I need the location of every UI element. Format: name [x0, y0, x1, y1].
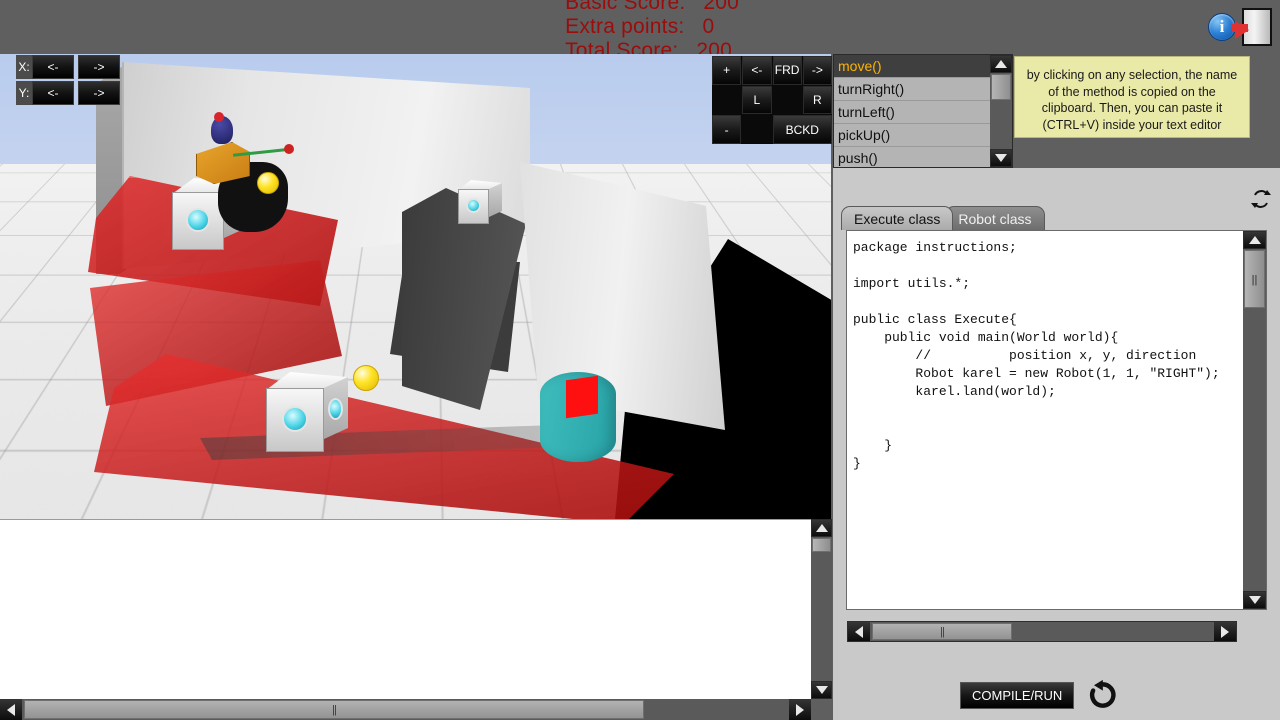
clipboard-hint-tooltip: by clicking on any selection, the name o…	[1014, 56, 1250, 138]
method-item-pickup[interactable]: pickUp()	[834, 124, 992, 147]
main-scroll-left-button[interactable]	[0, 699, 22, 720]
zoom-out-button[interactable]: -	[712, 115, 742, 144]
method-list[interactable]: move() turnRight() turnLeft() pickUp() p…	[834, 55, 992, 167]
main-hscrollbar-thumb[interactable]: ||	[24, 700, 644, 719]
nav-spacer	[742, 115, 772, 144]
method-item-turnleft[interactable]: turnLeft()	[834, 101, 992, 124]
compile-run-button[interactable]: COMPILE/RUN	[960, 681, 1075, 709]
nav-spacer	[712, 85, 742, 115]
method-item-move[interactable]: move()	[834, 55, 992, 78]
camera-nav-pad: + <- FRD -> L R - BCKD	[712, 56, 832, 144]
scrollbar-grip: ||	[940, 625, 945, 638]
extra-points-value: 0	[702, 15, 715, 38]
compile-run-area: COMPILE/RUN	[960, 676, 1120, 714]
scrollbar-grip: ||	[1251, 274, 1258, 286]
basic-score-label: Basic Score:	[565, 0, 686, 14]
yellow-ball-1	[257, 172, 279, 194]
left-arrow-icon	[7, 703, 15, 716]
code-scroll-down-button[interactable]	[1243, 591, 1266, 609]
up-arrow-icon	[1248, 236, 1261, 244]
down-arrow-icon	[815, 686, 828, 694]
refresh-icon-svg	[1251, 190, 1271, 208]
right-arrow-icon	[796, 703, 804, 716]
cube-dot	[466, 198, 481, 213]
method-item-turnright[interactable]: turnRight()	[834, 78, 992, 101]
scroll-down-button[interactable]	[990, 149, 1012, 167]
editor-tabs: Execute class Robot class	[841, 206, 1045, 230]
console-scroll-up-button[interactable]	[811, 519, 832, 537]
code-scroll-up-button[interactable]	[1243, 231, 1266, 249]
nav-spacer	[772, 85, 802, 115]
cube-face-side	[489, 183, 502, 217]
main-horizontal-scrollbar[interactable]: ||	[0, 699, 811, 720]
code-vertical-scrollbar[interactable]: ||	[1243, 231, 1266, 609]
refresh-icon[interactable]	[1248, 186, 1274, 212]
code-text-area[interactable]: package instructions; import utils.*; pu…	[847, 231, 1245, 609]
output-console[interactable]	[0, 519, 811, 699]
down-arrow-icon	[995, 154, 1007, 162]
editor-box: package instructions; import utils.*; pu…	[846, 230, 1267, 610]
console-scroll-down-button[interactable]	[811, 681, 832, 699]
robot-hand	[284, 144, 294, 154]
reset-arrow-icon[interactable]	[1086, 677, 1120, 713]
tab-robot-class[interactable]: Robot class	[945, 206, 1045, 230]
companion-cube-2	[458, 180, 502, 224]
pan-right-button[interactable]: ->	[802, 56, 832, 85]
method-list-panel: move() turnRight() turnLeft() pickUp() p…	[833, 54, 1013, 168]
console-vertical-scrollbar[interactable]	[811, 519, 832, 699]
left-arrow-icon	[855, 625, 863, 638]
move-backward-button[interactable]: BCKD	[772, 115, 832, 144]
method-list-scrollbar[interactable]	[990, 55, 1012, 167]
basic-score-value: 200	[703, 0, 740, 14]
up-arrow-icon	[815, 524, 828, 532]
code-scroll-right-button[interactable]	[1214, 622, 1236, 641]
cube-dot	[282, 406, 308, 432]
code-scroll-left-button[interactable]	[848, 622, 870, 641]
axis-label-x: X:	[16, 55, 32, 79]
up-arrow-icon	[995, 60, 1007, 68]
axis-label-y: Y:	[16, 81, 32, 105]
robot-antenna	[214, 112, 224, 122]
scroll-up-button[interactable]	[990, 55, 1012, 73]
axis-y-decrease-button[interactable]: <-	[32, 81, 74, 105]
axis-x-decrease-button[interactable]: <-	[32, 55, 74, 79]
code-scrollbar-thumb[interactable]: ||	[1244, 250, 1265, 308]
down-arrow-icon	[1248, 596, 1261, 604]
rotate-left-button[interactable]: L	[742, 85, 772, 115]
right-arrow-icon	[1221, 625, 1229, 638]
tab-execute-class[interactable]: Execute class	[841, 206, 954, 230]
code-hscrollbar-thumb[interactable]: ||	[872, 623, 1012, 640]
move-forward-button[interactable]: FRD	[772, 56, 802, 85]
world-viewport[interactable]	[0, 54, 831, 519]
pan-left-button[interactable]: <-	[742, 56, 772, 85]
zoom-in-button[interactable]: +	[712, 56, 742, 85]
main-scroll-right-button[interactable]	[789, 699, 811, 720]
companion-cube-3	[266, 372, 348, 452]
header-icon-group: i	[1208, 4, 1272, 50]
method-item-push[interactable]: push()	[834, 147, 992, 167]
console-scrollbar-thumb[interactable]	[812, 538, 831, 552]
exit-door-icon[interactable]	[1232, 8, 1272, 46]
extra-points-label: Extra points:	[565, 15, 685, 38]
axis-control-pad: X: <- -> Y: <- ->	[16, 55, 120, 107]
goal-marker	[566, 375, 598, 419]
axis-x-increase-button[interactable]: ->	[78, 55, 120, 79]
cube-dot	[186, 208, 210, 232]
header-bar: Basic Score: 200 Extra points: 0 Total Sco…	[0, 0, 1280, 62]
scrollbar-grip: ||	[332, 703, 337, 716]
scrollbar-thumb[interactable]	[991, 74, 1011, 100]
rotate-right-button[interactable]: R	[802, 85, 832, 115]
axis-y-increase-button[interactable]: ->	[78, 81, 120, 105]
cube-dot	[328, 398, 343, 420]
yellow-ball-2	[353, 365, 379, 391]
code-horizontal-scrollbar[interactable]: ||	[847, 621, 1237, 642]
